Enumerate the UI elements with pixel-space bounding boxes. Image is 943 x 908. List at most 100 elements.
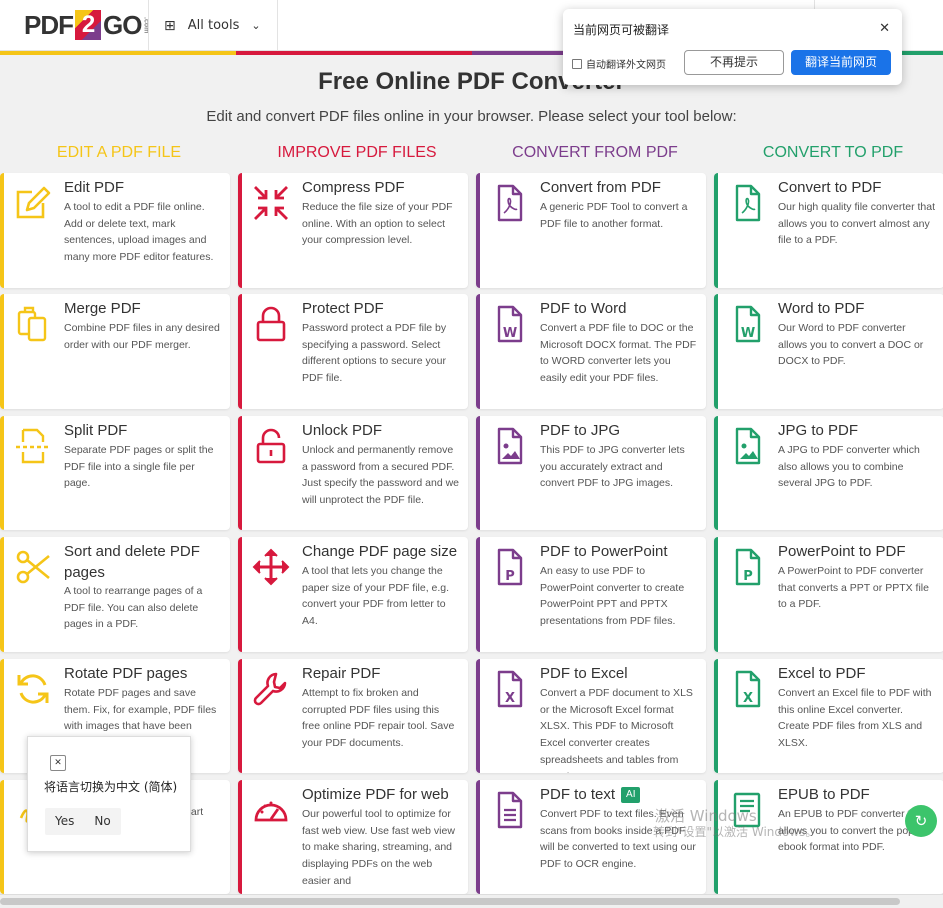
tool-card-title: PowerPoint to PDF	[778, 543, 906, 560]
speedometer-icon	[251, 790, 291, 830]
grid-icon: ⊞	[164, 17, 176, 34]
tool-card[interactable]: Unlock PDF Unlock and permanently remove …	[238, 416, 468, 530]
tool-card-title: Optimize PDF for web	[302, 786, 449, 803]
merge-documents-icon	[13, 304, 53, 344]
svg-text:W: W	[503, 326, 517, 341]
tool-card[interactable]: P PDF to PowerPoint An easy to use PDF to …	[476, 537, 706, 652]
tool-card[interactable]: X Excel to PDF Convert an Excel file to PD…	[714, 659, 943, 773]
compress-arrows-icon	[251, 183, 291, 223]
close-icon[interactable]: ✕	[50, 755, 66, 771]
tool-card[interactable]: Repair PDF Attempt to fix broken and corr…	[238, 659, 468, 773]
tool-card-title: JPG to PDF	[778, 422, 859, 439]
column-heading: CONVERT FROM PDF	[512, 144, 678, 161]
tool-card[interactable]: Convert to PDF Our high quality file conv…	[714, 173, 943, 288]
tool-card-description: A PowerPoint to PDF converter that conve…	[778, 565, 929, 611]
watermark-line2: 转到"设置"以激活 Windows。	[653, 825, 818, 839]
watermark-line1: 激活 Windows	[655, 807, 757, 825]
tool-card-description: Password protect a PDF file by specifyin…	[302, 322, 447, 385]
divider	[148, 0, 149, 51]
tool-card[interactable]: Compress PDF Reduce the file size of your…	[238, 173, 468, 288]
tool-card[interactable]: Convert from PDF A generic PDF Tool to co…	[476, 173, 706, 288]
horizontal-scrollbar[interactable]	[0, 894, 943, 908]
tool-card-title: Edit PDF	[64, 179, 125, 196]
pdf-file-icon	[727, 183, 767, 223]
tool-card-title: Compress PDF	[302, 179, 405, 196]
lock-icon	[251, 304, 291, 344]
column-heading: IMPROVE PDF FILES	[277, 144, 437, 161]
tool-card[interactable]: JPG to PDF A JPG to PDF converter which a…	[714, 416, 943, 530]
tool-card-description: This PDF to JPG converter lets you accur…	[540, 444, 685, 490]
windows-activation-watermark: 激活 Windows 转到"设置"以激活 Windows。	[653, 807, 818, 840]
excel-file-icon: X	[489, 669, 529, 709]
tool-card-title: Convert to PDF	[778, 179, 882, 196]
chat-bubble-icon[interactable]: ↻	[905, 805, 937, 837]
tool-card[interactable]: Merge PDF Combine PDF files in any desire…	[0, 294, 230, 409]
svg-text:P: P	[505, 569, 515, 584]
tool-card-title: PDF to text AI	[540, 784, 702, 805]
close-icon[interactable]: ✕	[879, 21, 890, 36]
checkbox-box[interactable]	[572, 58, 582, 69]
translate-popup: 当前网页可被翻译 ✕ 自动翻译外文网页 不再提示 翻译当前网页	[563, 9, 902, 85]
text-file-icon	[489, 790, 529, 830]
tool-card-description: Convert a PDF file to DOC or the Microso…	[540, 322, 697, 385]
tool-card-title: Change PDF page size	[302, 543, 458, 560]
no-button[interactable]: No	[84, 808, 120, 835]
pdf2go-logo[interactable]: PDF 2 GO .com	[24, 9, 149, 41]
tool-card-description: An easy to use PDF to PowerPoint convert…	[540, 565, 685, 628]
tool-card[interactable]: P PowerPoint to PDF A PowerPoint to PDF co…	[714, 537, 943, 652]
tool-card[interactable]: Change PDF page size A tool that lets you…	[238, 537, 468, 652]
tool-card-title: Sort and delete PDF pages	[64, 543, 200, 581]
logo-two-text: 2	[75, 10, 101, 40]
tool-card[interactable]: Optimize PDF for web Our powerful tool to…	[238, 780, 468, 894]
tool-card[interactable]: W Word to PDF Our Word to PDF converter al…	[714, 294, 943, 409]
pdf-file-icon	[489, 183, 529, 223]
powerpoint-file-icon: P	[727, 547, 767, 587]
scrollbar-thumb[interactable]	[0, 898, 900, 905]
tool-card[interactable]: PDF to JPG This PDF to JPG converter lets…	[476, 416, 706, 530]
tool-card-description: Combine PDF files in any desired order w…	[64, 322, 220, 351]
tool-card-title: PDF to JPG	[540, 422, 621, 439]
image-file-icon	[489, 426, 529, 466]
yes-button[interactable]: Yes	[45, 808, 84, 835]
tool-card-title: Excel to PDF	[778, 665, 866, 682]
resize-arrows-icon	[251, 547, 291, 587]
dont-show-again-button[interactable]: 不再提示	[684, 50, 784, 75]
tool-card-title: Word to PDF	[778, 300, 865, 317]
pencil-square-icon	[13, 183, 53, 223]
language-switch-buttons: Yes No	[45, 808, 121, 835]
tool-card-description: Convert an Excel file to PDF with this o…	[778, 687, 932, 750]
tool-card[interactable]: Protect PDF Password protect a PDF file b…	[238, 294, 468, 409]
image-file-icon	[727, 426, 767, 466]
svg-text:P: P	[743, 569, 753, 584]
logo-go-text: GO	[103, 9, 142, 40]
auto-translate-checkbox[interactable]: 自动翻译外文网页	[572, 56, 666, 71]
tool-card[interactable]: Split PDF Separate PDF pages or split the…	[0, 416, 230, 530]
tool-card-title: Repair PDF	[302, 665, 381, 682]
svg-text:X: X	[743, 691, 753, 706]
tool-card[interactable]: X PDF to Excel Convert a PDF document to X…	[476, 659, 706, 773]
tool-card-description: A tool to rearrange pages of a PDF file.…	[64, 585, 203, 631]
tool-card-title: Convert from PDF	[540, 179, 661, 196]
tool-card-description: Our high quality file converter that all…	[778, 201, 935, 247]
tool-card[interactable]: Sort and delete PDF pages A tool to rearr…	[0, 537, 230, 652]
tool-card-description: A tool that lets you change the paper si…	[302, 565, 450, 628]
tool-card[interactable]: W PDF to Word Convert a PDF file to DOC or…	[476, 294, 706, 409]
tool-card-title: Split PDF	[64, 422, 128, 439]
powerpoint-file-icon: P	[489, 547, 529, 587]
translate-popup-title: 当前网页可被翻译	[573, 23, 670, 37]
all-tools-menu-button[interactable]: ⊞ All tools ⌄	[164, 0, 261, 51]
tool-card-title: PDF to PowerPoint	[540, 543, 668, 560]
column-heading: CONVERT TO PDF	[762, 144, 904, 161]
tool-card-title: PDF to Excel	[540, 665, 628, 682]
tool-card-description: Separate PDF pages or split the PDF file…	[64, 444, 214, 490]
split-page-icon	[13, 426, 53, 466]
tool-card-description: A JPG to PDF converter which also allows…	[778, 444, 920, 490]
translate-page-button[interactable]: 翻译当前网页	[791, 50, 891, 75]
language-switch-popup: ✕ 将语言切换为中文 (简体) Yes No	[27, 736, 191, 852]
all-tools-label: All tools	[187, 18, 240, 33]
tool-card-title: PDF to Word	[540, 300, 627, 317]
rotate-arrows-icon	[13, 669, 53, 709]
tool-card-title: EPUB to PDF	[778, 786, 870, 803]
tool-card[interactable]: Edit PDF A tool to edit a PDF file online…	[0, 173, 230, 288]
tool-card-description: Unlock and permanently remove a password…	[302, 444, 459, 507]
